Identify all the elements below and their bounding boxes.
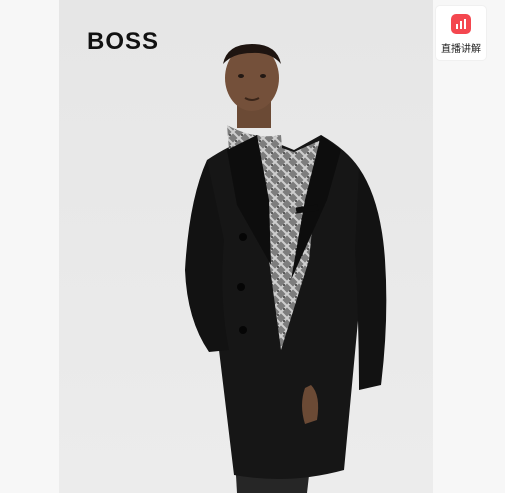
product-photo: [59, 0, 433, 493]
brand-logo: BOSS: [87, 28, 160, 55]
live-explanation-button[interactable]: 直播讲解: [436, 6, 486, 60]
live-button-label: 直播讲解: [441, 44, 481, 55]
live-chart-icon: [451, 14, 471, 34]
product-image-area: BOSS: [59, 0, 433, 493]
